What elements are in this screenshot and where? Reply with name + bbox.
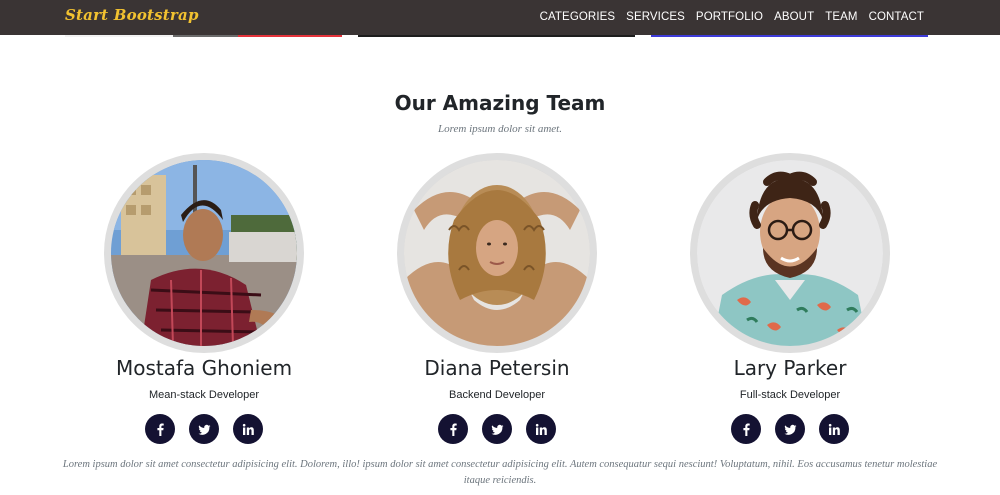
navbar: Start Bootstrap CATEGORIES SERVICES PORT… <box>0 0 1000 35</box>
member-name: Lary Parker <box>733 356 847 380</box>
twitter-icon <box>198 424 210 435</box>
facebook-button[interactable] <box>438 414 468 444</box>
twitter-icon <box>784 424 796 435</box>
previous-section-strip <box>65 35 173 37</box>
brand-logo[interactable]: Start Bootstrap <box>65 6 199 24</box>
twitter-icon <box>491 424 503 435</box>
social-links <box>104 414 304 444</box>
facebook-icon <box>742 423 750 436</box>
twitter-button[interactable] <box>775 414 805 444</box>
linkedin-button[interactable] <box>233 414 263 444</box>
team-description: Lorem ipsum dolor sit amet consectetur a… <box>62 459 938 486</box>
facebook-button[interactable] <box>731 414 761 444</box>
linkedin-button[interactable] <box>819 414 849 444</box>
nav-link-categories[interactable]: CATEGORIES <box>540 11 616 23</box>
facebook-button[interactable] <box>145 414 175 444</box>
nav-link-team[interactable]: TEAM <box>825 11 857 23</box>
avatar <box>397 153 597 353</box>
nav-links: CATEGORIES SERVICES PORTFOLIO ABOUT TEAM… <box>540 11 924 23</box>
member-role: Mean-stack Developer <box>148 389 260 401</box>
member-photo <box>404 160 590 346</box>
member-photo <box>111 160 297 346</box>
linkedin-button[interactable] <box>526 414 556 444</box>
previous-section-strip <box>358 35 635 37</box>
member-photo <box>697 160 883 346</box>
avatar <box>690 153 890 353</box>
social-links <box>397 414 597 444</box>
avatar <box>104 153 304 353</box>
twitter-button[interactable] <box>482 414 512 444</box>
linkedin-icon <box>828 423 840 435</box>
nav-link-services[interactable]: SERVICES <box>626 11 685 23</box>
previous-section-strip <box>173 35 238 37</box>
facebook-icon <box>449 423 457 436</box>
section-title: Our Amazing Team <box>394 91 606 115</box>
section-subtitle: Lorem ipsum dolor sit amet. <box>438 123 562 135</box>
social-links <box>690 414 890 444</box>
member-role: Backend Developer <box>448 389 545 401</box>
member-name: Diana Petersin <box>424 356 570 380</box>
team-member-card: Lary Parker Full-stack Developer <box>690 153 890 444</box>
twitter-button[interactable] <box>189 414 219 444</box>
team-member-card: Diana Petersin Backend Developer <box>397 153 597 444</box>
previous-section-strip <box>651 35 928 37</box>
member-role: Full-stack Developer <box>739 389 841 401</box>
nav-link-about[interactable]: ABOUT <box>774 11 814 23</box>
linkedin-icon <box>242 423 254 435</box>
previous-section-strip <box>238 35 342 37</box>
member-name: Mostafa Ghoniem <box>115 356 293 380</box>
team-member-card: Mostafa Ghoniem Mean-stack Developer <box>104 153 304 444</box>
linkedin-icon <box>535 423 547 435</box>
facebook-icon <box>156 423 164 436</box>
nav-link-contact[interactable]: CONTACT <box>869 11 924 23</box>
nav-link-portfolio[interactable]: PORTFOLIO <box>696 11 763 23</box>
